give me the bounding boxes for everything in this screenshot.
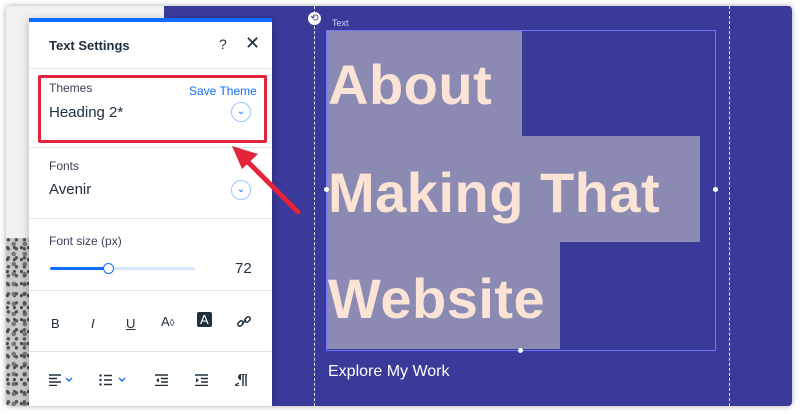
annotation-arrow <box>232 146 301 215</box>
editor-frame: ⟲ Text About Making That Website Explore… <box>6 6 792 406</box>
